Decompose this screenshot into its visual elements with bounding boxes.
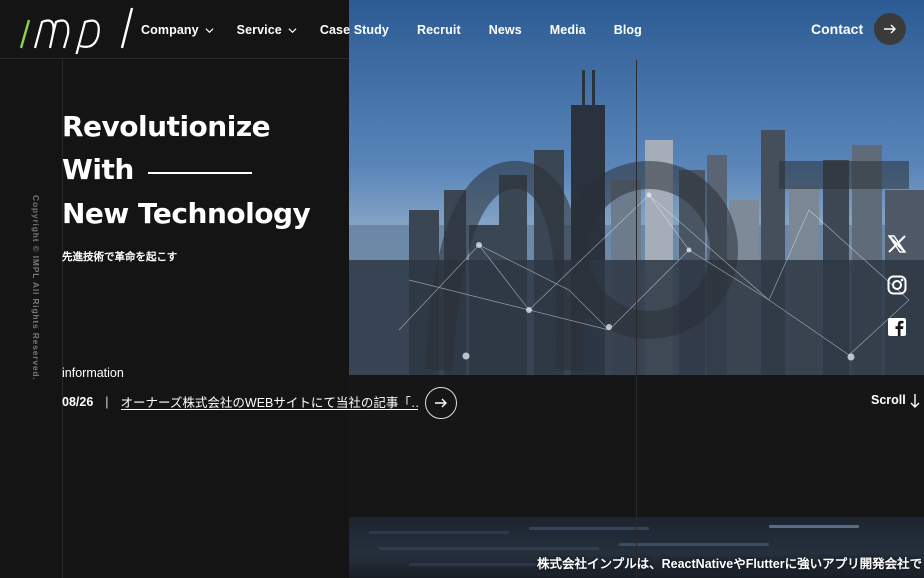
left-dark-panel — [0, 0, 349, 578]
scroll-indicator[interactable]: Scroll — [871, 393, 906, 407]
hero-subcopy: 先進技術で革命を起こす — [62, 251, 178, 263]
information-item: 08/26 | オーナーズ株式会社のWEBサイトにて当社の記事「… — [62, 392, 418, 411]
nav-news[interactable]: News — [489, 23, 522, 37]
information-arrow-button[interactable] — [425, 387, 457, 419]
facebook-icon[interactable] — [886, 316, 908, 338]
contact-link[interactable]: Contact — [811, 21, 863, 37]
headline-line-2: With — [62, 153, 134, 186]
nav-company[interactable]: Company — [141, 23, 214, 37]
information-link[interactable]: オーナーズ株式会社のWEBサイトにて当社の記事「… — [121, 392, 418, 411]
nav-label: Blog — [613, 23, 642, 37]
chevron-down-icon — [205, 28, 214, 34]
information-date: 08/26 — [62, 394, 94, 409]
nav-label: Service — [236, 23, 282, 37]
arrow-right-icon — [435, 398, 447, 408]
nav-label: Recruit — [416, 23, 461, 37]
copyright-vertical: Copyright © IMPL All Rights Reserved. — [31, 195, 41, 381]
headline-line-3: New Technology — [62, 197, 311, 230]
information-separator: | — [105, 394, 109, 409]
company-intro-text: 株式会社インプルは、ReactNativeやFlutterに強いアプリ開発会社で — [537, 557, 923, 571]
impl-logo[interactable] — [18, 4, 142, 57]
instagram-icon[interactable] — [886, 274, 908, 296]
nav-label: Case Study — [319, 23, 389, 37]
headline-line-1: Revolutionize — [62, 110, 271, 143]
nav-blog[interactable]: Blog — [614, 23, 642, 37]
contact-button[interactable] — [874, 13, 906, 45]
nav-label: Media — [549, 23, 586, 37]
header-divider — [0, 58, 349, 59]
x-icon[interactable] — [886, 233, 908, 255]
information-label: information — [62, 366, 124, 380]
nav-case-study[interactable]: Case Study — [320, 23, 389, 37]
nav-recruit[interactable]: Recruit — [417, 23, 461, 37]
nav-media[interactable]: Media — [550, 23, 586, 37]
arrow-down-icon — [910, 394, 920, 408]
nav-label: Company — [141, 23, 199, 37]
arrow-right-icon — [884, 24, 896, 34]
chevron-down-icon — [288, 28, 297, 34]
nav-label: News — [488, 23, 522, 37]
grid-line — [636, 60, 637, 578]
nav-service[interactable]: Service — [237, 23, 297, 37]
main-nav: Company Service Case Study Recruit News … — [141, 20, 642, 40]
headline-rule — [148, 172, 252, 174]
